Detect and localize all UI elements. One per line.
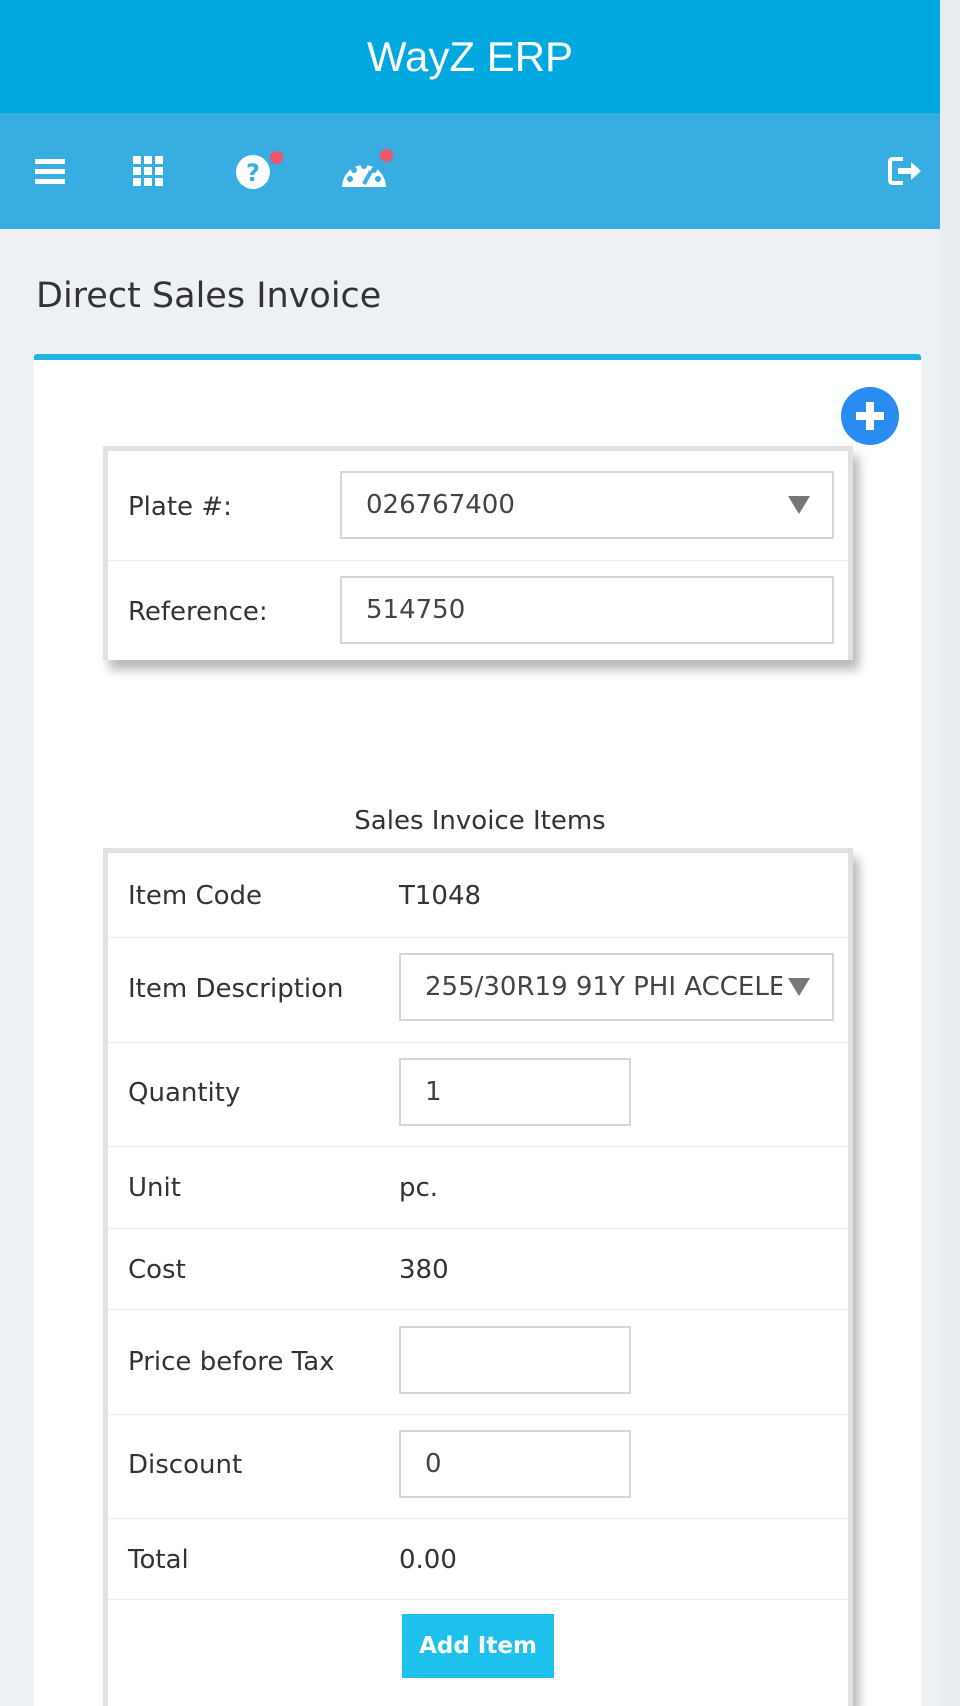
add-invoice-button[interactable] <box>841 387 899 445</box>
scrollbar[interactable] <box>940 0 960 1706</box>
divider <box>108 1518 848 1519</box>
reference-input[interactable]: 514750 <box>340 576 834 644</box>
cost-value: 380 <box>399 1255 449 1285</box>
add-item-button[interactable]: Add Item <box>402 1614 554 1678</box>
total-value: 0.00 <box>399 1545 457 1575</box>
item-code-value: T1048 <box>399 881 482 911</box>
chevron-down-icon <box>788 496 810 514</box>
divider <box>108 937 848 938</box>
quantity-input[interactable]: 1 <box>399 1058 631 1126</box>
discount-label: Discount <box>128 1450 243 1480</box>
toolbar: ? <box>0 113 940 229</box>
reference-label: Reference: <box>128 597 268 627</box>
divider <box>108 1228 848 1229</box>
divider <box>108 1414 848 1415</box>
app-header: WayZ ERP <box>0 0 940 113</box>
quantity-value: 1 <box>425 1077 442 1107</box>
item-description-value: 255/30R19 91Y PHI ACCELE <box>425 972 782 1002</box>
plate-label: Plate #: <box>128 492 232 522</box>
plate-select[interactable]: 026767400 <box>340 471 834 539</box>
menu-icon[interactable] <box>22 143 78 199</box>
notification-dot <box>270 151 283 164</box>
help-icon[interactable]: ? <box>226 143 283 199</box>
quantity-label: Quantity <box>128 1078 241 1108</box>
item-description-select[interactable]: 255/30R19 91Y PHI ACCELE <box>399 953 834 1021</box>
plus-icon <box>856 402 884 430</box>
reference-value: 514750 <box>366 595 466 625</box>
unit-label: Unit <box>128 1173 181 1203</box>
unit-value: pc. <box>399 1173 439 1203</box>
divider <box>108 1599 848 1600</box>
invoice-header-form: Plate #: 026767400 Reference: 514750 <box>103 446 853 660</box>
dashboard-icon[interactable] <box>336 143 393 199</box>
price-before-tax-input[interactable] <box>399 1326 631 1394</box>
page-title: Direct Sales Invoice <box>36 276 382 316</box>
item-description-label: Item Description <box>128 974 344 1004</box>
divider <box>108 1146 848 1147</box>
discount-input[interactable]: 0 <box>399 1430 631 1498</box>
plate-value: 026767400 <box>366 490 515 520</box>
section-title: Sales Invoice Items <box>354 806 606 836</box>
total-label: Total <box>128 1545 189 1575</box>
divider <box>108 560 848 561</box>
discount-value: 0 <box>425 1449 442 1479</box>
item-code-label: Item Code <box>128 881 263 911</box>
divider <box>108 1042 848 1043</box>
app-title: WayZ ERP <box>366 32 574 80</box>
divider <box>108 1309 848 1310</box>
cost-label: Cost <box>128 1255 186 1285</box>
price-before-tax-label: Price before Tax <box>128 1347 335 1377</box>
invoice-items-form: Item Code T1048 Item Description 255/30R… <box>103 848 853 1706</box>
notification-dot <box>380 149 393 162</box>
chevron-down-icon <box>788 978 810 996</box>
apps-grid-icon[interactable] <box>120 143 176 199</box>
logout-icon[interactable] <box>877 143 933 199</box>
svg-text:?: ? <box>246 159 260 187</box>
